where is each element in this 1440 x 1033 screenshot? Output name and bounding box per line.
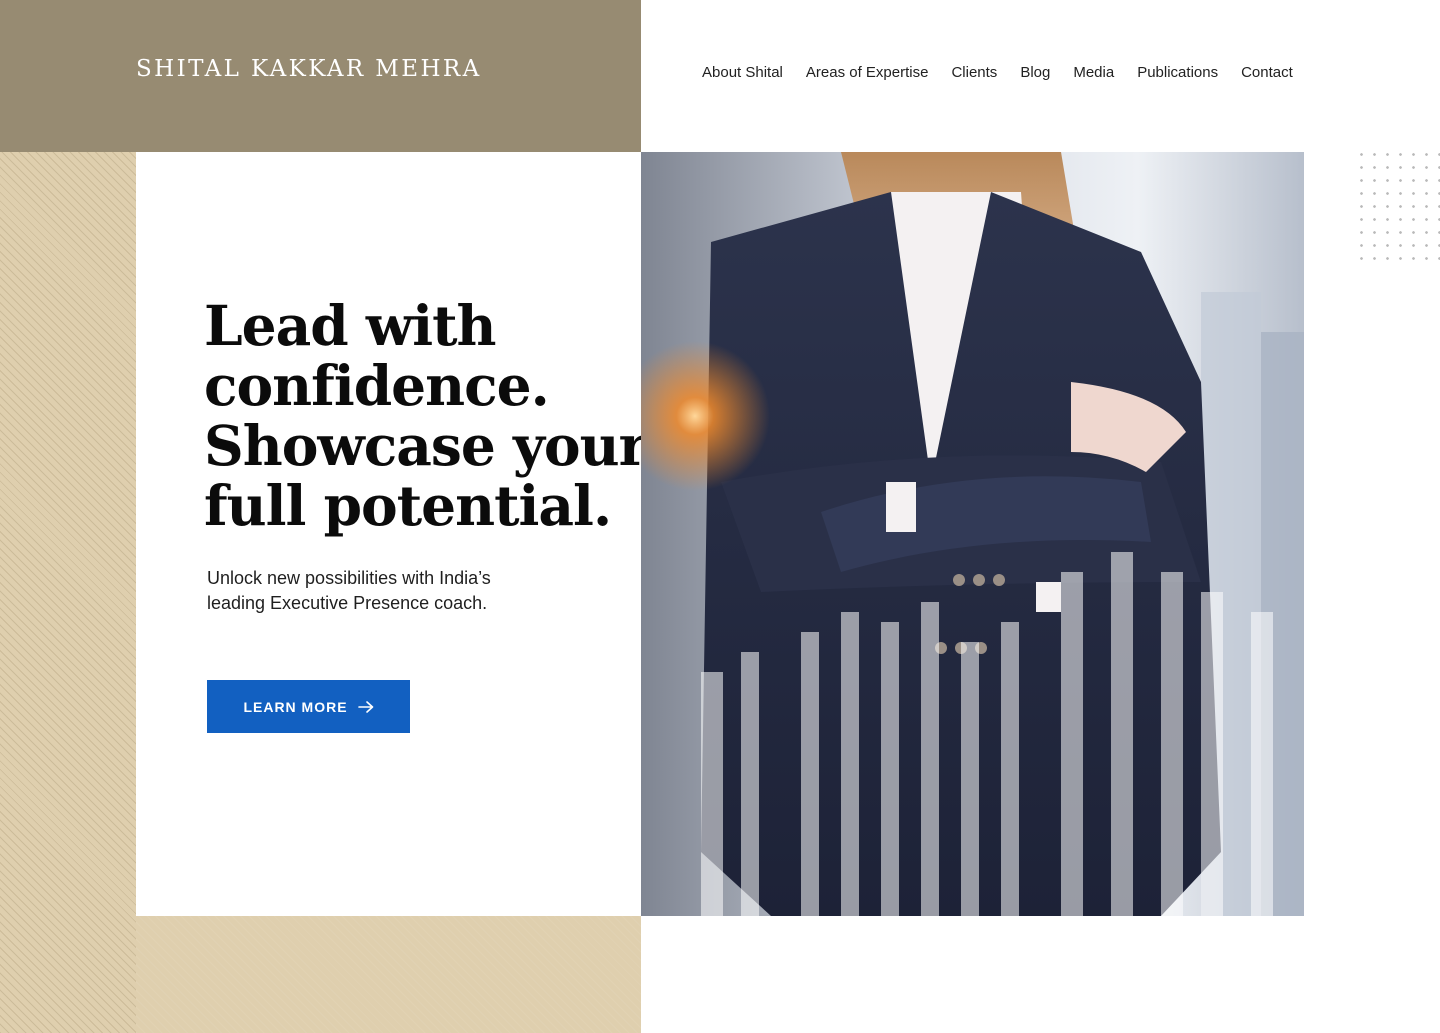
nav-item-areas-of-expertise[interactable]: Areas of Expertise (806, 63, 929, 83)
learn-more-label: LEARN MORE (243, 698, 348, 715)
brand-logo[interactable]: SHITAL KAKKAR MEHRA (136, 56, 482, 82)
striped-pattern-panel (0, 152, 136, 1033)
learn-more-button[interactable]: LEARN MORE (207, 680, 410, 733)
headline-line: full potential. (204, 473, 612, 538)
subtext-line: leading Executive Presence coach. (207, 593, 488, 613)
decorative-dot-grid (1355, 148, 1440, 268)
main-nav: About Shital Areas of Expertise Clients … (702, 63, 1293, 83)
nav-item-contact[interactable]: Contact (1241, 63, 1293, 83)
nav-item-about[interactable]: About Shital (702, 63, 783, 83)
header-brand-band: SHITAL KAKKAR MEHRA (0, 0, 641, 152)
hero-photo (641, 152, 1304, 916)
page: SHITAL KAKKAR MEHRA About Shital Areas o… (0, 0, 1440, 1033)
nav-item-clients[interactable]: Clients (951, 63, 997, 83)
nav-item-blog[interactable]: Blog (1020, 63, 1050, 83)
headline-line: Showcase your (204, 413, 648, 478)
headline-line: Lead with (204, 293, 497, 358)
nav-item-media[interactable]: Media (1073, 63, 1114, 83)
hero-headline: Lead with confidence. Showcase your full… (204, 293, 648, 538)
headline-line: confidence. (204, 353, 550, 418)
businesswoman-image (641, 152, 1304, 916)
hero-subtext: Unlock new possibilities with India’s le… (207, 566, 587, 616)
subtext-line: Unlock new possibilities with India’s (207, 568, 491, 588)
nav-item-publications[interactable]: Publications (1137, 63, 1218, 83)
striped-pattern-bottom (136, 916, 641, 1033)
arrow-right-icon (357, 700, 373, 713)
